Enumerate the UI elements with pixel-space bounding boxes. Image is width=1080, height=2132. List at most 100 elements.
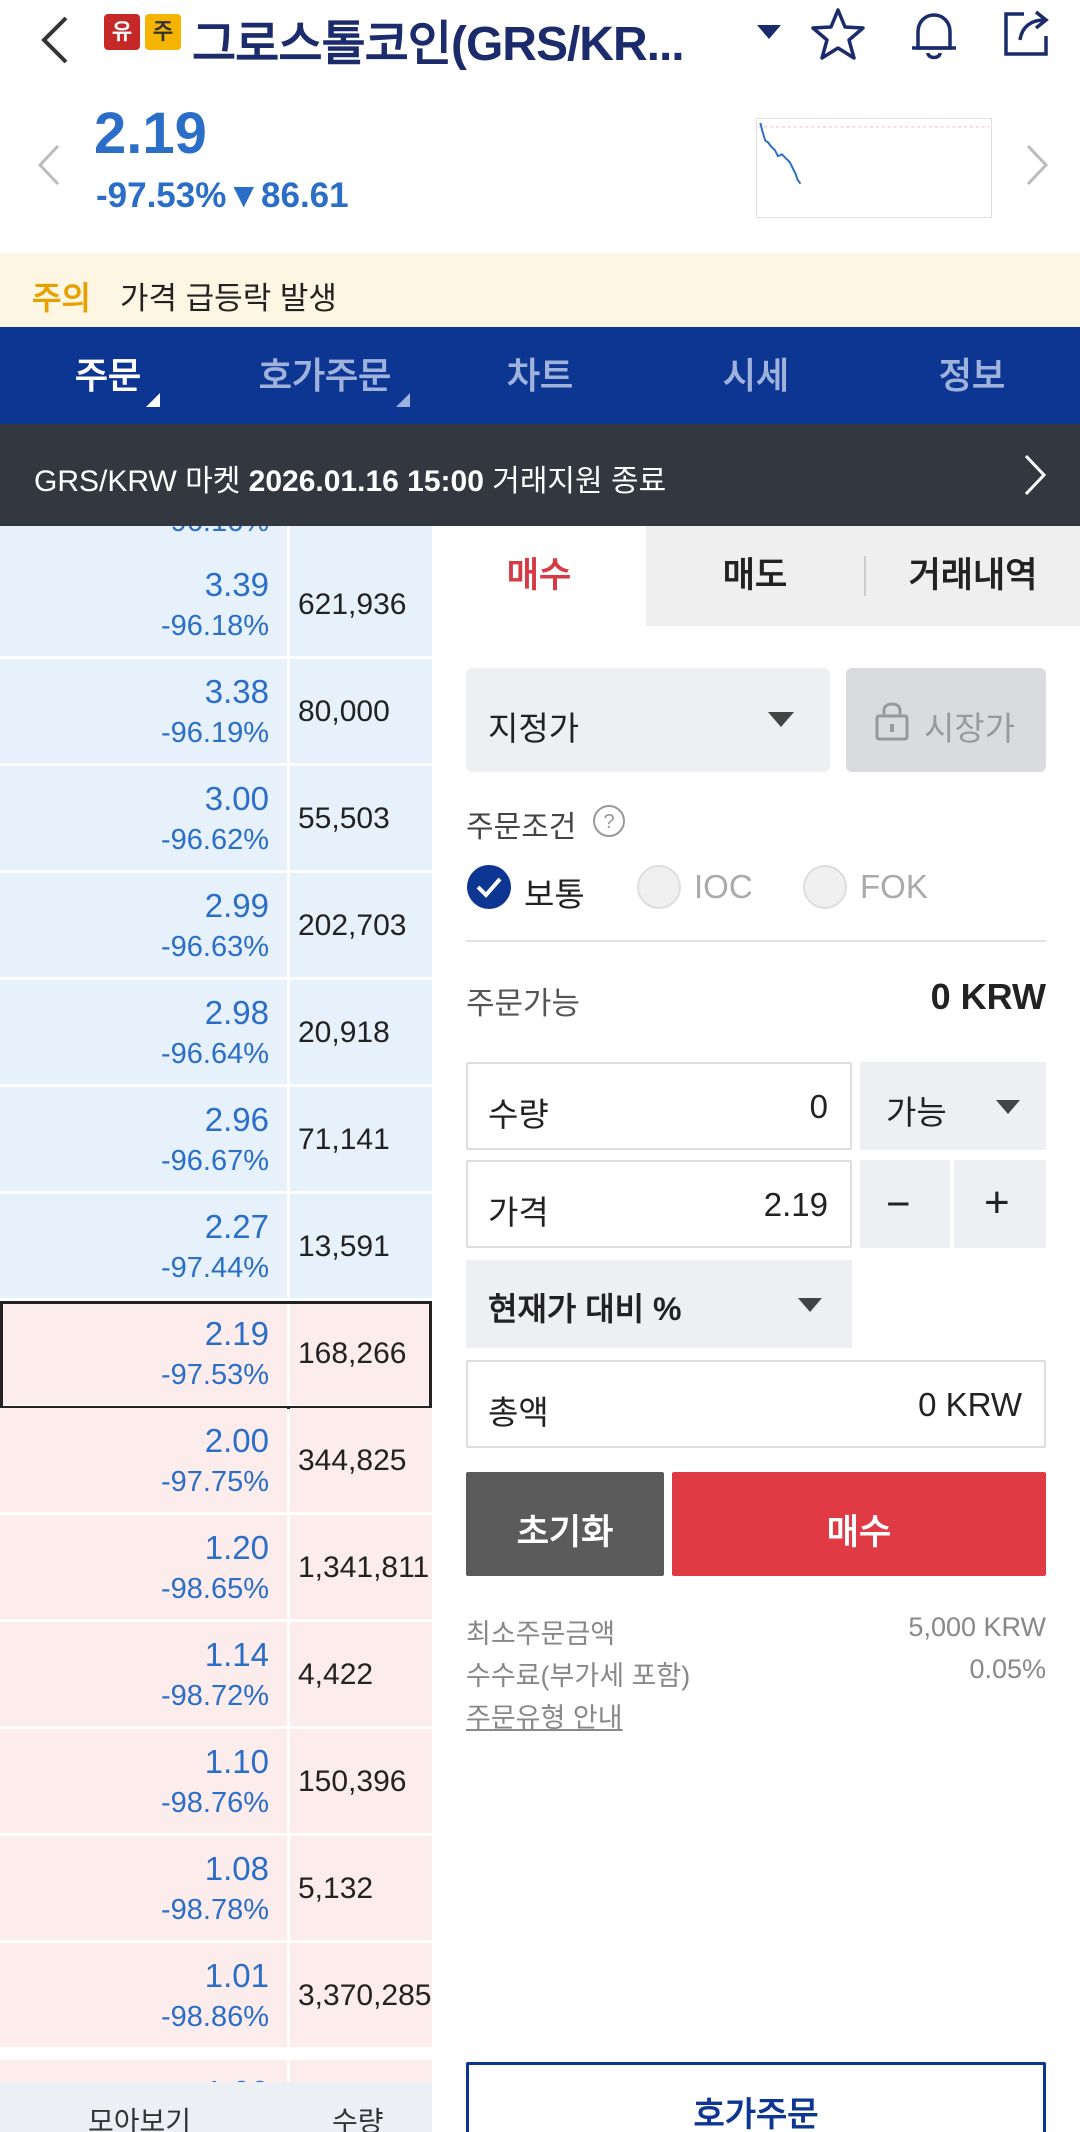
orderbook-row[interactable]: 2.27 -97.44% 13,591: [0, 1194, 432, 1298]
fee-label: 수수료(부가세 포함): [466, 1661, 691, 1691]
orderbook-qty-cell: 4,422: [290, 1622, 432, 1726]
orderbook-qty-cell: 202,703: [290, 873, 432, 977]
delisting-banner[interactable]: GRS/KRW 마켓 2026.01.16 15:00 거래지원 종료: [0, 424, 1080, 526]
chevron-down-icon: [798, 1298, 822, 1312]
orderbook-qty: 4,422: [298, 1658, 374, 1691]
orderbook-price-cell: 2.27 -97.44%: [0, 1194, 287, 1298]
market-order-button[interactable]: 시장가: [846, 668, 1046, 772]
buy-label: 매수: [826, 1513, 892, 1552]
orderbook-qty: 80,000: [298, 695, 390, 728]
fee-value: 0.05%: [969, 1654, 1046, 1684]
orderbook-row[interactable]: 1.08 -98.78% 5,132: [0, 1836, 432, 1940]
check-circle-icon: [467, 865, 511, 909]
orderbook-rate: -98.72%: [160, 1680, 269, 1712]
orderbook-row[interactable]: 1.01 -98.86% 3,370,285: [0, 1943, 432, 2047]
radio-empty-icon: [803, 865, 847, 909]
tab-buy[interactable]: 매수: [432, 526, 646, 626]
tab-orderbook-order[interactable]: 호가주문: [240, 327, 410, 424]
orderbook-qty: 55,503: [298, 802, 390, 835]
price-plus-button[interactable]: +: [954, 1160, 1046, 1248]
dropdown-caret-icon[interactable]: [754, 22, 784, 42]
share-icon[interactable]: [996, 4, 1056, 64]
quantity-input[interactable]: 수량 0: [466, 1062, 852, 1150]
tab-market-price[interactable]: 시세: [676, 327, 836, 424]
orderbook-price-cell: 2.99 -96.63%: [0, 873, 287, 977]
orderbook-price: 2.98: [204, 994, 269, 1031]
orderbook-price: 3.39: [204, 566, 269, 603]
reset-button[interactable]: 초기화: [466, 1472, 664, 1576]
orderbook-qty-cell: 13,591: [290, 1194, 432, 1298]
orderbook-order-button[interactable]: 호가주문: [466, 2062, 1046, 2132]
orderbook-price-cell: 1.14 -98.72%: [0, 1622, 287, 1726]
total-value: 0 KRW: [918, 1386, 1022, 1423]
orderbook-rate: -97.44%: [160, 1252, 269, 1284]
condition-normal-radio[interactable]: 보통: [466, 862, 606, 913]
orderbook-qty: 344,825: [298, 1444, 407, 1477]
orderbook-qty-cell: 621,936: [290, 552, 432, 656]
orderbook-row[interactable]: 1.14 -98.72% 4,422: [0, 1622, 432, 1726]
current-price: 2.19: [94, 101, 207, 166]
lock-icon: [875, 702, 909, 741]
orderbook-row[interactable]: 2.96 -96.67% 71,141: [0, 1087, 432, 1191]
total-input[interactable]: 총액 0 KRW: [466, 1360, 1046, 1448]
orderbook-qty: 71,141: [298, 1123, 390, 1156]
orderbook-row[interactable]: 3.39 -96.18% 621,936: [0, 552, 432, 656]
orderbook-row-partial[interactable]: -96.16%: [0, 526, 432, 552]
orderbook-row[interactable]: 3.38 -96.19% 80,000: [0, 659, 432, 763]
percent-select[interactable]: 현재가 대비 %: [466, 1260, 852, 1348]
condition-fok-radio[interactable]: FOK: [802, 862, 942, 912]
orderbook-qty-cell: 71,141: [290, 1087, 432, 1191]
price-minus-button[interactable]: −: [860, 1160, 950, 1248]
bell-icon[interactable]: [904, 4, 964, 64]
order-type-guide-link[interactable]: 주문유형 안내: [466, 1696, 623, 1735]
orderbook-qty-cell: 20,918: [290, 980, 432, 1084]
quantity-label: 수량: [488, 1096, 549, 1133]
tab-history[interactable]: 거래내역: [866, 526, 1080, 626]
order-type-value: 지정가: [488, 710, 580, 747]
help-icon[interactable]: ?: [592, 804, 626, 838]
down-arrow-icon: ▼: [226, 176, 262, 215]
orderbook[interactable]: -96.16% 3.39 -96.18% 621,936 3.38 -96.19% 80,…: [0, 526, 432, 2086]
tab-order[interactable]: 주문: [28, 327, 188, 424]
orderbook-qty: 150,396: [298, 1765, 407, 1798]
orderbook-rate: -98.86%: [160, 2001, 269, 2033]
quantity-option-select[interactable]: 가능: [860, 1062, 1046, 1150]
coin-title[interactable]: 그로스톨코인(GRS/KR...: [192, 4, 685, 74]
orderbook-price-cell: 2.00 -97.75%: [0, 1408, 287, 1512]
next-coin-icon[interactable]: [1022, 140, 1052, 190]
orderbook-rate: -96.19%: [160, 717, 269, 749]
orderbook-row[interactable]: 2.99 -96.63% 202,703: [0, 873, 432, 977]
tab-chart[interactable]: 차트: [460, 327, 620, 424]
orderbook-price-cell: 3.00 -96.62%: [0, 766, 287, 870]
favorite-star-icon[interactable]: [808, 4, 868, 64]
orderbook-row[interactable]: 1.20 -98.65% 1,341,811: [0, 1515, 432, 1619]
condition-label: 주문조건: [466, 811, 577, 844]
orderbook-qty-cell: 150,396: [290, 1729, 432, 1833]
orderbook-price-cell: 3.39 -96.18%: [0, 552, 287, 656]
orderbook-price: 2.96: [204, 1101, 269, 1138]
min-order-label: 최소주문금액: [466, 1619, 616, 1649]
orderbook-qty: 13,591: [298, 1230, 390, 1263]
orderbook-price: 3.00: [204, 780, 269, 817]
group-view-label[interactable]: 모아보기: [88, 2100, 191, 2132]
orderbook-rate: -96.64%: [160, 1038, 269, 1070]
orderbook-row[interactable]: 2.00 -97.75% 344,825: [0, 1408, 432, 1512]
percent-select-value: 현재가 대비 %: [488, 1291, 682, 1327]
orderbook-row[interactable]: 2.98 -96.64% 20,918: [0, 980, 432, 1084]
mini-chart[interactable]: [756, 118, 992, 218]
price-input[interactable]: 가격 2.19: [466, 1160, 852, 1248]
prev-coin-icon[interactable]: [34, 140, 64, 190]
orderbook-row[interactable]: 1.10 -98.76% 150,396: [0, 1729, 432, 1833]
orderbook-row[interactable]: 3.00 -96.62% 55,503: [0, 766, 432, 870]
condition-fok-label: FOK: [860, 868, 928, 905]
tab-info[interactable]: 정보: [892, 327, 1052, 424]
buy-button[interactable]: 매수: [672, 1472, 1046, 1576]
orderbook-rate: -98.76%: [160, 1787, 269, 1819]
tab-sell[interactable]: 매도: [646, 526, 864, 626]
condition-ioc-radio[interactable]: IOC: [636, 862, 776, 912]
orderbook-rate: -96.16%: [161, 526, 269, 539]
back-icon[interactable]: [36, 10, 76, 70]
order-type-select[interactable]: 지정가: [466, 668, 830, 772]
header: 유 주 그로스톨코인(GRS/KR... 2.19 -97.53%▼86.61: [0, 0, 1080, 245]
orderbook-qty-cell: 80,000: [290, 659, 432, 763]
